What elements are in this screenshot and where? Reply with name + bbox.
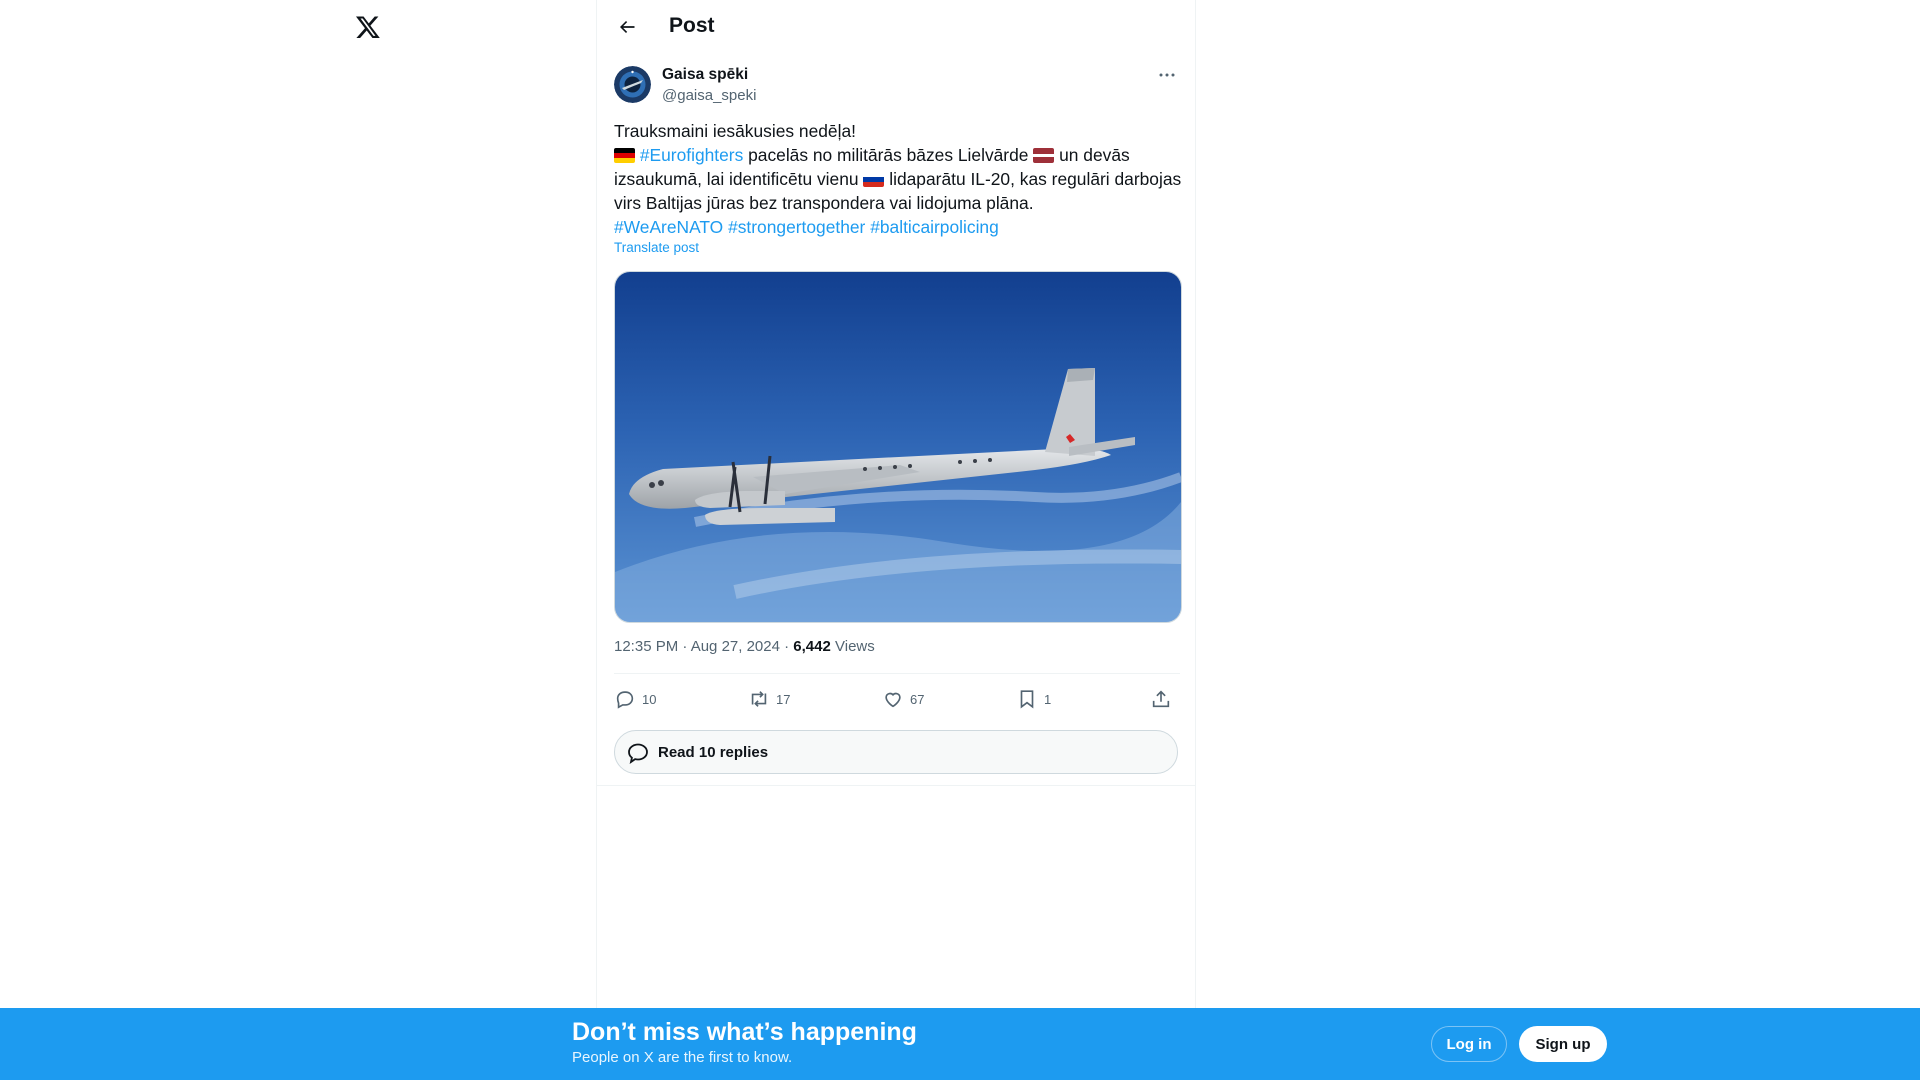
read-replies-button[interactable]: Read 10 replies [614,730,1178,774]
translate-post-link[interactable]: Translate post [614,240,699,255]
flag-russia-icon [863,172,885,187]
post-text-line1: Trauksmaini iesākusies nedēļa! [614,121,856,141]
post-image[interactable] [614,271,1182,623]
signup-button[interactable]: Sign up [1519,1026,1607,1062]
repost-icon [751,691,767,707]
reply-button[interactable]: 10 [614,683,656,715]
more-icon [1159,73,1175,77]
signup-banner: Don’t miss what’s happening People on X … [0,1008,1920,1080]
flag-germany-icon [614,148,635,163]
repost-count: 17 [776,691,791,707]
hashtag-link[interactable]: #Eurofighters [640,145,743,165]
back-arrow-icon [620,21,635,33]
views-count: 6,442 [793,638,831,655]
x-logo-icon[interactable] [355,14,381,40]
replies-bubble-icon [628,743,648,765]
banner-subtitle: People on X are the first to know. [572,1049,793,1066]
divider [597,785,1195,786]
login-button[interactable]: Log in [1431,1026,1507,1062]
post-author: Gaisa spēki @gaisa_speki [614,66,1182,106]
share-icon [1152,690,1170,708]
hashtag-link[interactable]: #WeAreNATO [614,217,723,237]
back-button[interactable] [613,13,641,41]
flag-latvia-icon [1033,148,1055,163]
post-text-segment: pacelās no militārās bāzes Lielvārde [743,145,1034,165]
author-name[interactable]: Gaisa spēki [662,66,748,84]
bookmark-count: 1 [1044,691,1052,707]
read-replies-label: Read 10 replies [658,744,769,761]
primary-column: Post Gaisa spēki @gaisa_speki Trauksmain… [596,0,1196,1080]
bookmark-icon [1020,690,1034,709]
page-title: Post [669,14,715,37]
like-count: 67 [910,691,925,707]
views-label: Views [830,638,875,655]
avatar[interactable] [614,66,651,103]
reply-count: 10 [642,691,657,707]
like-icon [885,692,901,708]
top-bar: Post [597,0,1195,53]
share-button[interactable] [1150,683,1172,715]
bookmark-button[interactable]: 1 [1016,683,1051,715]
post-timestamp[interactable]: 12:35 PM · Aug 27, 2024 · [614,638,793,655]
action-bar: 10 17 67 1 [614,683,1180,715]
repost-button[interactable]: 17 [748,683,790,715]
post-meta: 12:35 PM · Aug 27, 2024 · 6,442 Views [614,638,875,655]
post-text: Trauksmaini iesākusies nedēļa! #Eurofigh… [614,119,1182,239]
more-button[interactable] [1152,66,1182,84]
hashtag-link[interactable]: #balticairpolicing [870,217,999,237]
author-handle[interactable]: @gaisa_speki [662,87,756,104]
hashtag-link[interactable]: #strongertogether [728,217,865,237]
banner-title: Don’t miss what’s happening [572,1018,917,1046]
reply-icon [616,691,634,709]
like-button[interactable]: 67 [882,683,924,715]
divider [614,673,1180,674]
